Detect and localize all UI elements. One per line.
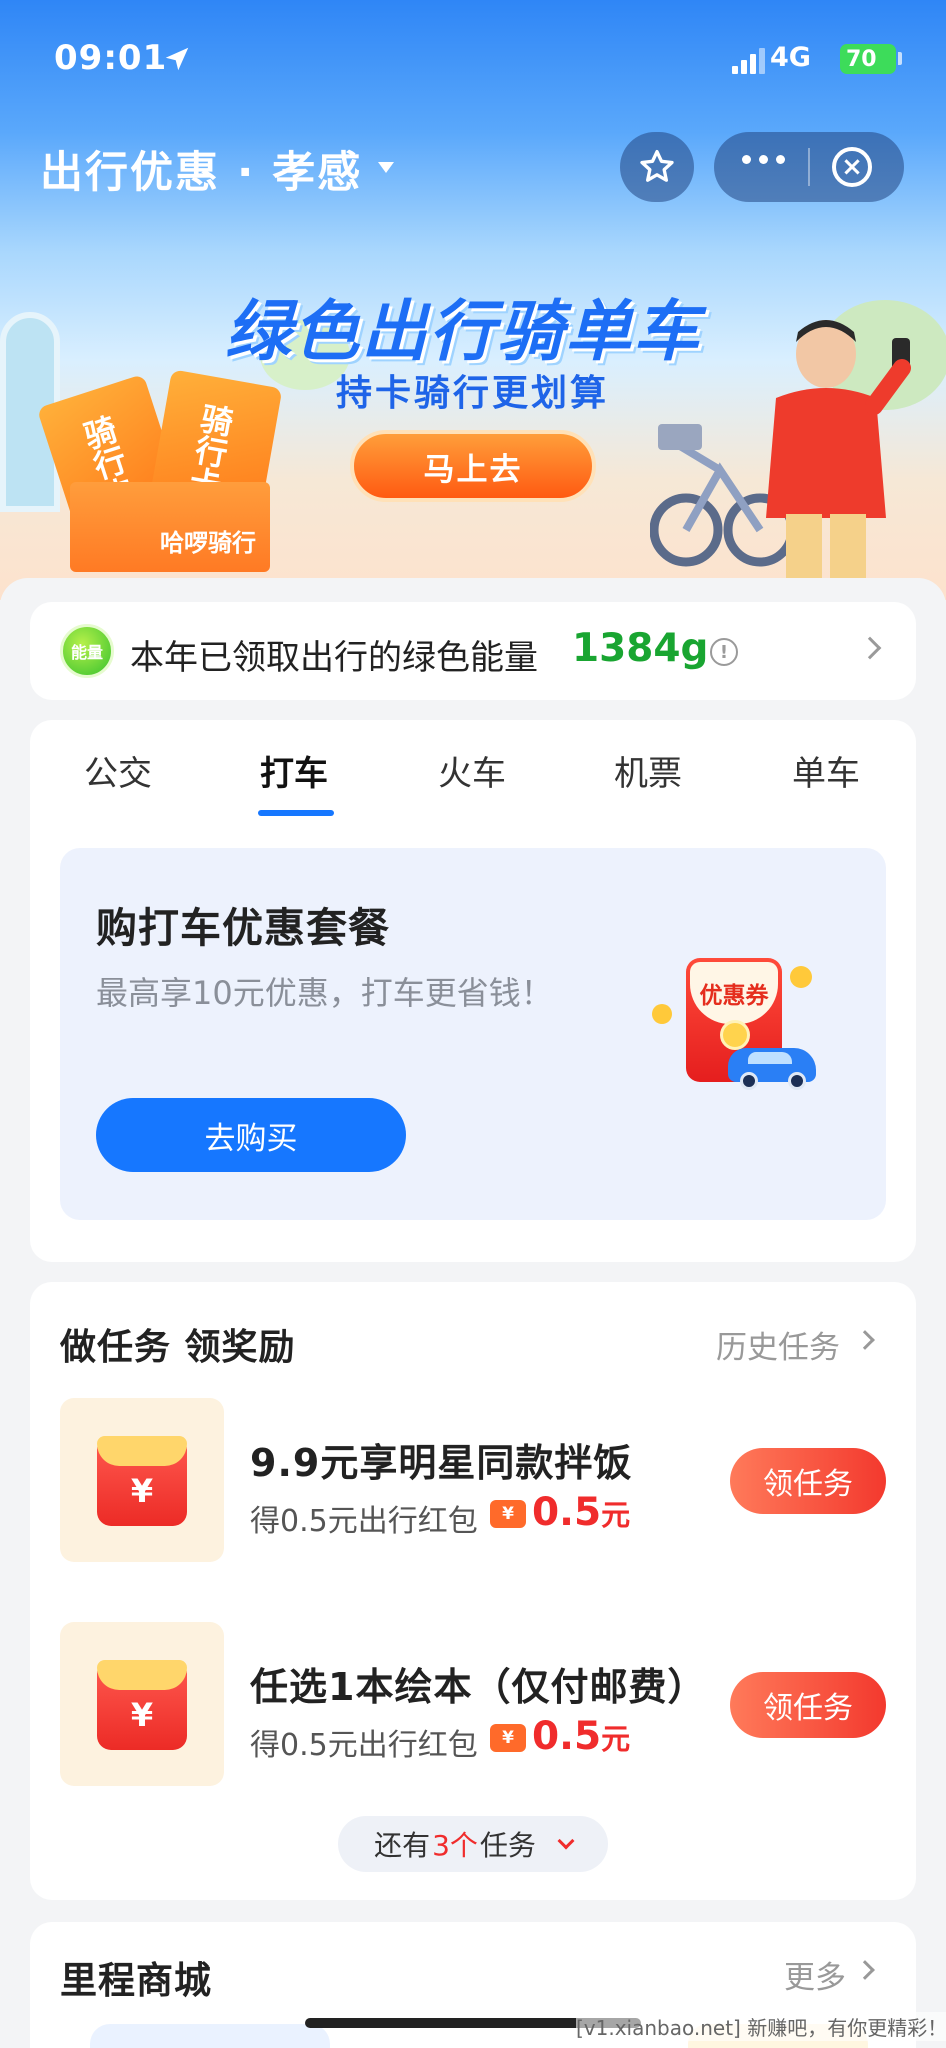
banner-subline: 持卡骑行更划算 (336, 373, 610, 414)
info-icon[interactable]: ! (710, 638, 738, 666)
more-count: 3个 (432, 1829, 478, 1862)
promo-subtitle: 最高享10元优惠，打车更省钱！ (96, 974, 553, 1012)
tab-flight[interactable]: 机票 (614, 746, 682, 795)
coin-icon (652, 1004, 672, 1024)
energy-value: 1384g (572, 626, 709, 671)
close-icon[interactable]: × (832, 147, 872, 187)
task-desc: 得0.5元出行红包 (250, 1504, 478, 1539)
tab-taxi[interactable]: 打车 (260, 746, 328, 795)
yen-icon: ¥ (130, 1696, 154, 1734)
task-amount: 0.5元 (532, 1714, 631, 1759)
promo-title: 购打车优惠套餐 (96, 904, 390, 952)
mall-more-link[interactable]: 更多 (784, 1952, 846, 1997)
tasks-heading: 做任务 领奖励 (60, 1327, 296, 1368)
battery-icon: 70 (840, 44, 896, 74)
more-menu-icon[interactable] (742, 155, 785, 164)
buy-button[interactable]: 去购买 (96, 1098, 406, 1172)
banner-go-button[interactable]: 马上去 (350, 430, 596, 502)
banner-headline: 绿色出行骑单车 (225, 293, 701, 370)
status-time: 09:01 (54, 38, 168, 78)
task-amount: 0.5元 (532, 1490, 631, 1535)
envelope-flap (97, 1660, 187, 1690)
location-arrow-icon (165, 47, 189, 71)
page-title[interactable]: 出行优惠 · 孝感 (40, 138, 362, 200)
network-type: 4G (770, 42, 811, 73)
yen-icon: ¥ (130, 1472, 154, 1510)
coupon-coin-icon (720, 1020, 750, 1050)
tab-bike[interactable]: 单车 (792, 746, 860, 795)
energy-text: 本年已领取出行的绿色能量 (130, 638, 538, 678)
capsule-divider (808, 148, 810, 186)
task-desc: 得0.5元出行红包 (250, 1728, 478, 1763)
rider-illustration (766, 320, 911, 578)
more-tasks-button[interactable]: 还有 3个 任务 (338, 1816, 608, 1872)
coupon-tag-icon: ¥ (490, 1724, 526, 1752)
star-icon (640, 150, 674, 182)
gift-box-illustration: 哈啰骑行 (70, 482, 270, 572)
active-tab-indicator (258, 810, 334, 816)
coin-icon (790, 966, 812, 988)
favorite-button[interactable] (620, 132, 694, 202)
battery-tip (898, 52, 902, 65)
tab-bus[interactable]: 公交 (84, 746, 152, 795)
task-title: 9.9元享明星同款拌饭 (250, 1441, 633, 1485)
watermark: [v1.xianbao.net] 新赚吧，有你更精彩！ (576, 2012, 946, 2041)
car-wheel (788, 1072, 806, 1090)
chevron-down-icon (557, 1832, 575, 1850)
mall-title: 里程商城 (60, 1959, 212, 2002)
claim-task-button[interactable]: 领任务 (730, 1672, 886, 1738)
car-wheel (740, 1072, 758, 1090)
signal-icon (732, 48, 765, 74)
coupon-tag-icon: ¥ (490, 1500, 526, 1528)
car-window (748, 1052, 792, 1064)
more-suffix: 任务 (479, 1829, 536, 1862)
task-title: 任选1本绘本（仅付邮费） (250, 1665, 707, 1709)
tasks-card (30, 1282, 916, 1900)
history-tasks-link[interactable]: 历史任务 (716, 1322, 840, 1367)
claim-task-button[interactable]: 领任务 (730, 1448, 886, 1514)
hero-banner: 骑行卡 骑行卡 哈啰骑行 绿色出行骑单车 持卡骑行更划算 马上去 (0, 0, 946, 600)
more-prefix: 还有 (374, 1829, 431, 1862)
tab-train[interactable]: 火车 (438, 746, 506, 795)
city-dropdown-caret-icon[interactable] (378, 162, 394, 173)
mall-item-thumbnail[interactable] (90, 2024, 330, 2048)
energy-badge-icon: 能量 (60, 624, 114, 678)
battery-level: 70 (846, 46, 877, 72)
envelope-flap (97, 1436, 187, 1466)
